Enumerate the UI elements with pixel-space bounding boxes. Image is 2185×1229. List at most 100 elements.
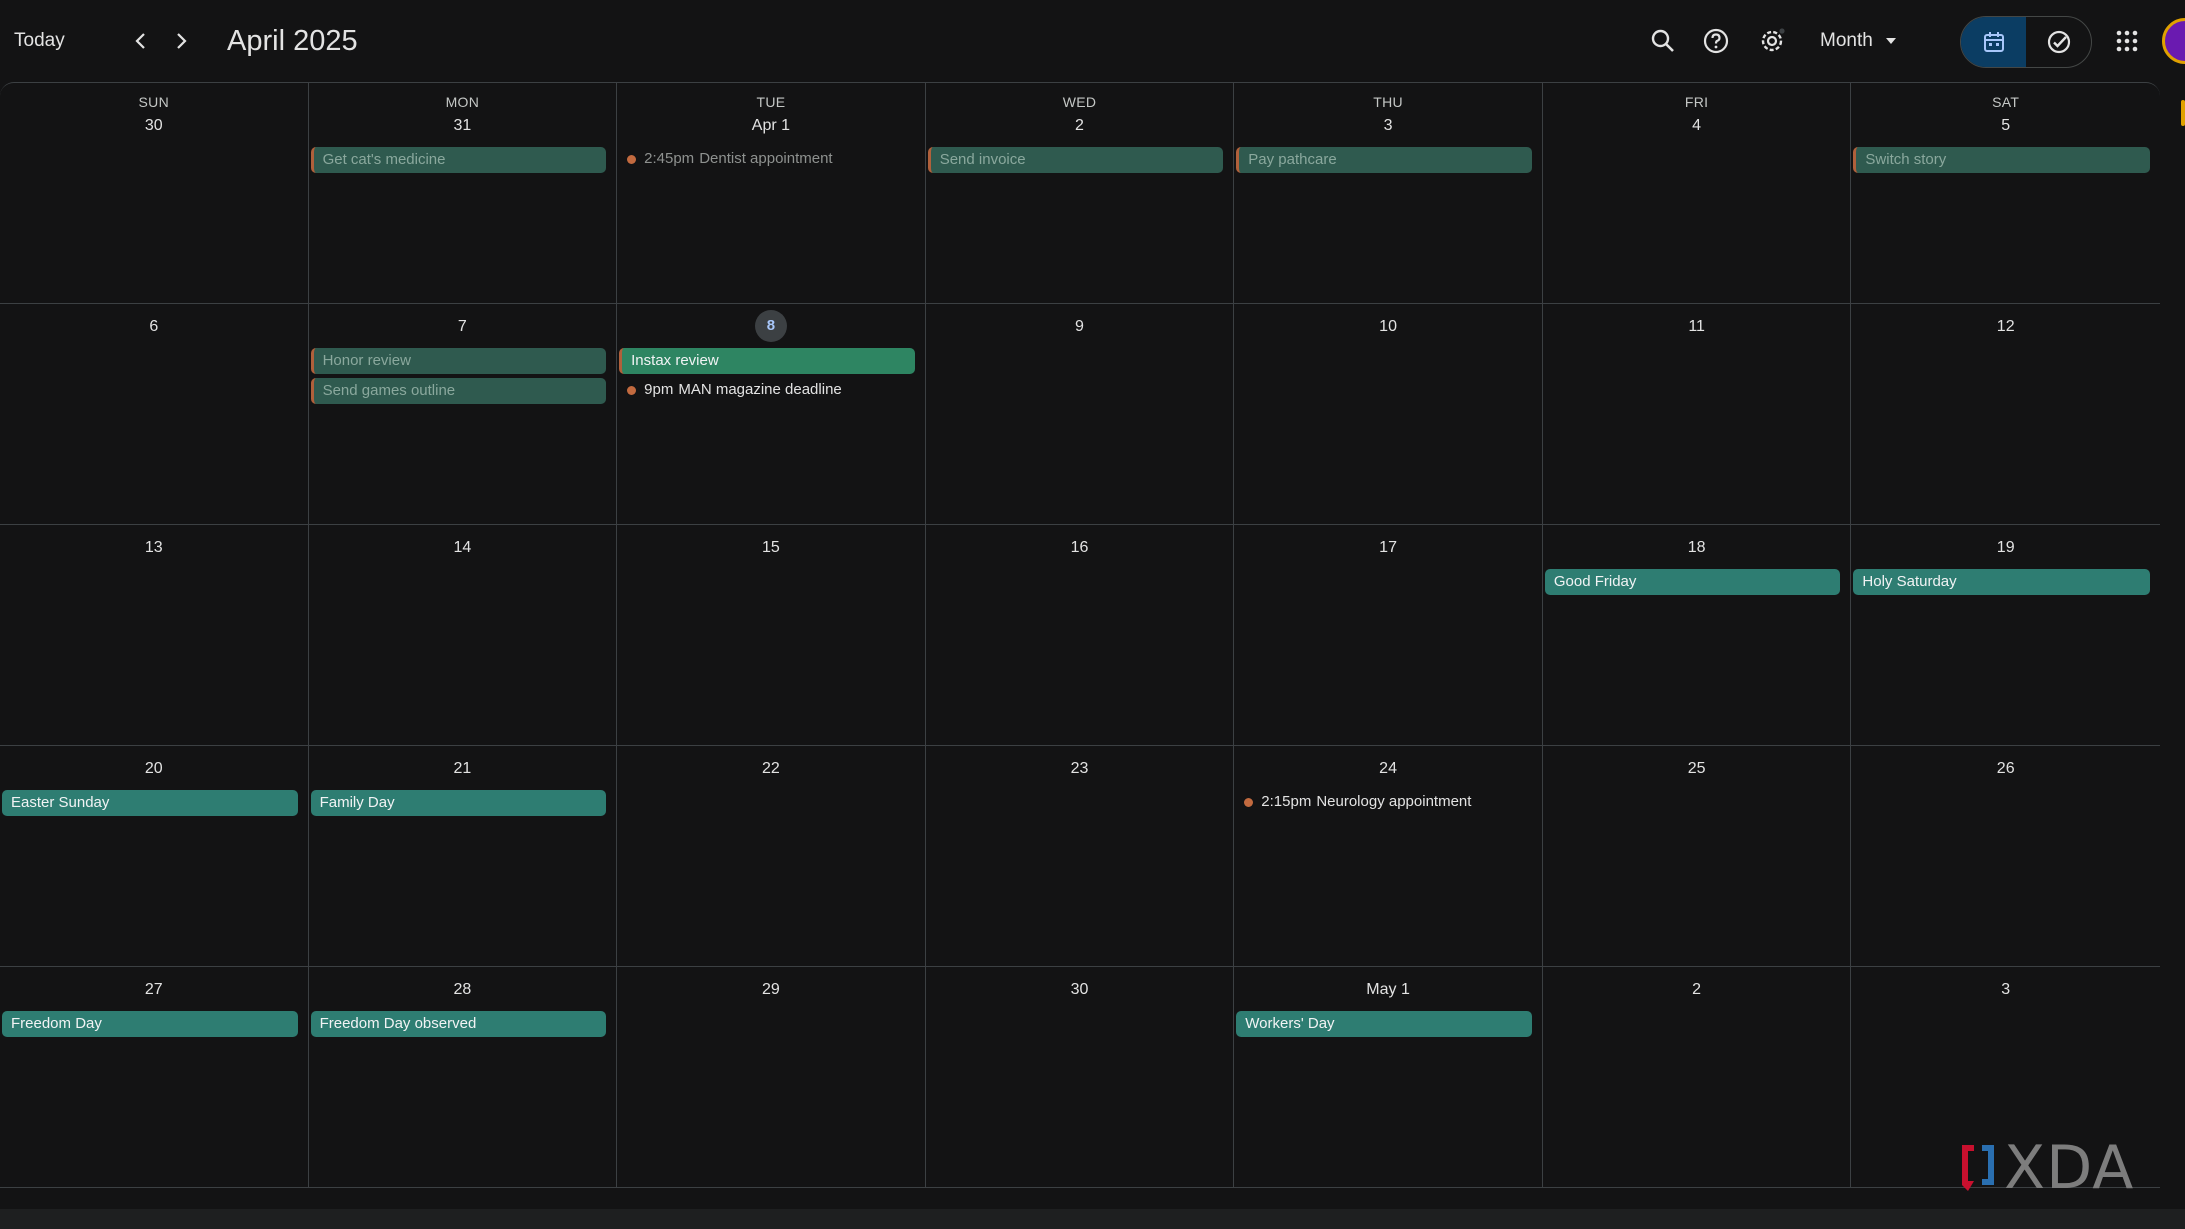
date-number[interactable]: 6 [149, 318, 158, 336]
date-number[interactable]: 31 [453, 117, 471, 135]
day-cell[interactable]: 2 [1543, 967, 1852, 1188]
gear-icon [1761, 28, 1785, 52]
day-cell[interactable]: 12 [1851, 304, 2160, 525]
day-cell[interactable]: 30 [926, 967, 1235, 1188]
date-number[interactable]: 26 [1997, 760, 2015, 778]
holiday-event[interactable]: Workers' Day [1236, 1011, 1532, 1037]
day-cell[interactable]: 15 [617, 525, 926, 746]
day-cell[interactable]: 18 Good Friday [1543, 525, 1852, 746]
day-cell[interactable]: 25 [1543, 746, 1852, 967]
calendar-event[interactable]: Switch story [1853, 147, 2150, 173]
day-cell[interactable]: 19 Holy Saturday [1851, 525, 2160, 746]
date-number[interactable]: 3 [2001, 981, 2010, 999]
day-cell[interactable]: 7 Honor review Send games outline [309, 304, 618, 525]
day-cell[interactable]: 27 Freedom Day [0, 967, 309, 1188]
day-cell[interactable]: 28 Freedom Day observed [309, 967, 618, 1188]
calendar-event[interactable]: Instax review [619, 348, 915, 374]
timed-event[interactable]: 2:15pm Neurology appointment [1244, 790, 1536, 814]
date-number[interactable]: 15 [762, 539, 780, 557]
google-apps-button[interactable] [2106, 20, 2148, 62]
date-number[interactable]: 11 [1688, 318, 1705, 336]
holiday-event[interactable]: Easter Sunday [2, 790, 298, 816]
date-number[interactable]: 30 [1071, 981, 1089, 999]
day-cell[interactable]: 20 Easter Sunday [0, 746, 309, 967]
date-number[interactable]: 21 [453, 760, 471, 778]
day-cell[interactable]: 23 [926, 746, 1235, 967]
account-avatar[interactable] [2162, 18, 2185, 64]
day-cell[interactable]: 22 [617, 746, 926, 967]
today-button[interactable]: Today [14, 24, 65, 58]
day-cell[interactable]: 24 2:15pm Neurology appointment [1234, 746, 1543, 967]
previous-month-button[interactable] [122, 22, 160, 60]
day-cell[interactable]: 9 [926, 304, 1235, 525]
day-cell[interactable]: 8 Instax review 9pm MAN magazine deadline [617, 304, 926, 525]
holiday-event[interactable]: Good Friday [1544, 569, 1841, 595]
date-number[interactable]: 19 [1997, 539, 2015, 557]
tasks-view-toggle[interactable] [2026, 17, 2091, 67]
date-number[interactable]: 25 [1688, 760, 1706, 778]
view-selector[interactable]: Month [1820, 22, 1897, 60]
date-number[interactable]: 23 [1071, 760, 1089, 778]
date-number[interactable]: 2 [1692, 981, 1701, 999]
date-number[interactable]: 12 [1997, 318, 2015, 336]
date-number[interactable]: 14 [453, 539, 471, 557]
day-cell[interactable]: 6 [0, 304, 309, 525]
next-month-button[interactable] [162, 22, 200, 60]
day-cell[interactable]: SAT 5 Switch story [1851, 83, 2160, 304]
date-number[interactable]: 17 [1379, 539, 1397, 557]
calendar-event[interactable]: Send games outline [310, 378, 607, 404]
day-cell[interactable]: 10 [1234, 304, 1543, 525]
timed-event[interactable]: 2:45pm Dentist appointment [627, 147, 919, 171]
day-cell[interactable]: May 1 Workers' Day [1234, 967, 1543, 1188]
day-cell[interactable]: 16 [926, 525, 1235, 746]
date-number[interactable]: 13 [145, 539, 163, 557]
day-cell[interactable]: 14 [309, 525, 618, 746]
today-date-number[interactable]: 8 [754, 310, 787, 342]
holiday-event[interactable]: Holy Saturday [1853, 569, 2150, 595]
day-cell[interactable]: 26 [1851, 746, 2160, 967]
day-cell[interactable]: 13 [0, 525, 309, 746]
date-number[interactable]: 9 [1075, 318, 1084, 336]
date-number[interactable]: 10 [1379, 318, 1397, 336]
date-number[interactable]: 29 [762, 981, 780, 999]
date-number[interactable]: 5 [2001, 117, 2010, 135]
calendar-event[interactable]: Pay pathcare [1236, 147, 1532, 173]
date-number[interactable]: Apr 1 [752, 117, 790, 135]
settings-button[interactable] [1751, 20, 1793, 62]
date-number[interactable]: 3 [1384, 117, 1393, 135]
holiday-event[interactable]: Family Day [310, 790, 607, 816]
event-dot-icon [627, 385, 637, 395]
day-cell[interactable]: WED 2 Send invoice [926, 83, 1235, 304]
day-cell[interactable]: THU 3 Pay pathcare [1234, 83, 1543, 304]
date-number[interactable]: 22 [762, 760, 780, 778]
holiday-event[interactable]: Freedom Day [2, 1011, 298, 1037]
day-cell[interactable]: SUN 30 [0, 83, 309, 304]
day-cell[interactable]: 21 Family Day [309, 746, 618, 967]
date-number[interactable]: 27 [145, 981, 163, 999]
day-cell[interactable]: 11 [1543, 304, 1852, 525]
holiday-event[interactable]: Freedom Day observed [310, 1011, 607, 1037]
date-number[interactable]: 16 [1071, 539, 1089, 557]
timed-event[interactable]: 9pm MAN magazine deadline [627, 378, 919, 402]
day-cell[interactable]: MON 31 Get cat's medicine [309, 83, 618, 304]
day-cell[interactable]: FRI 4 [1543, 83, 1852, 304]
day-cell[interactable]: TUE Apr 1 2:45pm Dentist appointment [617, 83, 926, 304]
help-button[interactable] [1695, 20, 1737, 62]
date-number[interactable]: 20 [145, 760, 163, 778]
date-number[interactable]: 18 [1688, 539, 1706, 557]
search-button[interactable] [1642, 20, 1684, 62]
day-cell[interactable]: 29 [617, 967, 926, 1188]
date-number[interactable]: 30 [145, 117, 163, 135]
chevron-left-icon [135, 33, 145, 49]
calendar-event[interactable]: Send invoice [927, 147, 1224, 173]
day-cell[interactable]: 17 [1234, 525, 1543, 746]
date-number[interactable]: 2 [1075, 117, 1084, 135]
calendar-event[interactable]: Get cat's medicine [310, 147, 607, 173]
date-number[interactable]: 4 [1692, 117, 1701, 135]
calendar-view-toggle[interactable] [1961, 17, 2026, 67]
date-number[interactable]: 28 [453, 981, 471, 999]
date-number[interactable]: May 1 [1366, 981, 1410, 999]
calendar-event[interactable]: Honor review [310, 348, 607, 374]
date-number[interactable]: 24 [1379, 760, 1397, 778]
date-number[interactable]: 7 [458, 318, 467, 336]
